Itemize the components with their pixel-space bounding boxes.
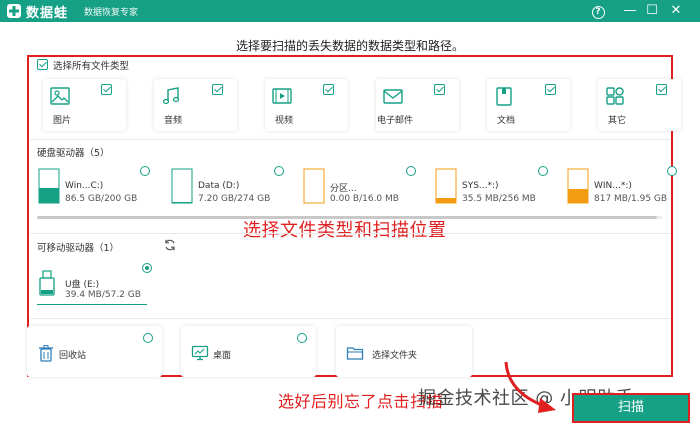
drive-icon (171, 168, 193, 204)
drive-size: 0.00 B/16.0 MB (330, 194, 399, 204)
drive-size: 35.5 MB/256 MB (462, 194, 536, 204)
drive-icon (303, 168, 325, 204)
drive-size: 817 MB/1.95 GB (594, 194, 668, 204)
image-icon (50, 87, 70, 105)
drive-item[interactable]: Data (D:) 7.20 GB/274 GB (171, 164, 301, 212)
file-type-label: 音频 (163, 116, 182, 126)
location-desktop[interactable]: 桌面 (181, 326, 316, 377)
location-label: 选择文件夹 (372, 351, 418, 361)
close-button[interactable]: ✕ (665, 1, 687, 21)
file-type-checkbox[interactable] (101, 84, 112, 95)
drive-name: SYS...*:) (462, 181, 499, 191)
drive-size: 86.5 GB/200 GB (65, 194, 138, 204)
maximize-icon: ☐ (646, 3, 658, 18)
select-all-checkbox[interactable] (37, 59, 48, 70)
file-type-label: 文档 (496, 116, 515, 126)
drive-icon (38, 168, 60, 204)
location-select-folder[interactable]: 选择文件夹 (336, 326, 472, 377)
arrow-icon (504, 361, 556, 413)
file-type-label: 电子邮件 (376, 116, 413, 126)
divider (30, 139, 670, 140)
location-radio[interactable] (297, 333, 307, 343)
minimize-icon: — (623, 3, 637, 18)
drive-radio[interactable] (406, 166, 416, 176)
app-subtitle: 数据恢复专家 (84, 8, 139, 18)
location-recycle-bin[interactable]: 回收站 (27, 326, 162, 377)
refresh-icon[interactable] (163, 238, 177, 252)
drive-radio[interactable] (140, 166, 150, 176)
hard-drives-title: 硬盘驱动器（5） (37, 148, 110, 159)
title-bar: 数据蛙 数据恢复专家 ? — ☐ ✕ (0, 0, 700, 22)
drive-icon (435, 168, 457, 204)
audio-icon (162, 87, 180, 105)
drive-name: 分区... (330, 184, 357, 194)
drive-radio[interactable] (274, 166, 284, 176)
video-icon (272, 88, 292, 104)
file-type-checkbox[interactable] (656, 84, 667, 95)
instruction-text: 选择要扫描的丢失数据的数据类型和路径。 (235, 39, 464, 53)
email-icon (383, 89, 403, 104)
drive-radio[interactable] (667, 166, 677, 176)
select-all-label[interactable]: 选择所有文件类型 (53, 58, 129, 72)
drive-item[interactable]: WIN...*:) 817 MB/1.95 GB (567, 164, 697, 212)
other-icon (606, 87, 624, 105)
usb-drive-radio[interactable] (142, 263, 152, 273)
file-type-label: 视频 (274, 116, 293, 126)
recycle-bin-icon (39, 345, 53, 362)
drive-size: 7.20 GB/274 GB (198, 194, 271, 204)
file-type-checkbox[interactable] (212, 84, 223, 95)
drive-icon (567, 168, 589, 204)
file-type-video[interactable]: 视频 (265, 79, 348, 131)
removable-drives-title: 可移动驱动器（1） (37, 243, 120, 254)
help-button[interactable]: ? (587, 1, 609, 21)
usb-drive-size: 39.4 MB/57.2 GB (65, 290, 141, 300)
location-label: 回收站 (59, 351, 87, 361)
app-logo-icon (7, 4, 21, 18)
drive-item[interactable]: Win...C:) 86.5 GB/200 GB (38, 164, 168, 212)
close-icon: ✕ (670, 3, 682, 18)
file-type-label: 图片 (52, 116, 71, 126)
desktop-icon (191, 345, 209, 361)
file-type-other[interactable]: 其它 (598, 79, 681, 131)
drive-name: Data (D:) (198, 181, 240, 191)
minimize-button[interactable]: — (619, 1, 641, 21)
divider (30, 318, 670, 319)
file-type-checkbox[interactable] (323, 84, 334, 95)
usb-drive-icon (39, 270, 55, 296)
file-type-checkbox[interactable] (434, 84, 445, 95)
drive-item[interactable]: SYS...*:) 35.5 MB/256 MB (435, 164, 565, 212)
file-type-document[interactable]: 文档 (487, 79, 570, 131)
file-type-checkbox[interactable] (545, 84, 556, 95)
location-label: 桌面 (213, 351, 232, 361)
annotation-main: 选择文件类型和扫描位置 (243, 220, 447, 241)
location-radio[interactable] (143, 333, 153, 343)
app-brand: 数据蛙 (26, 6, 69, 21)
maximize-button[interactable]: ☐ (641, 1, 663, 21)
drive-name: WIN...*:) (594, 181, 632, 191)
document-icon (496, 87, 512, 106)
drive-radio[interactable] (538, 166, 548, 176)
folder-icon (346, 347, 364, 360)
usb-drive-item[interactable]: U盘 (E:) 39.4 MB/57.2 GB (37, 266, 147, 305)
help-icon: ? (591, 6, 605, 19)
scan-button[interactable]: 扫描 (572, 393, 690, 423)
usb-drive-name: U盘 (E:) (65, 280, 100, 290)
divider (30, 233, 670, 234)
file-type-email[interactable]: 电子邮件 (376, 79, 459, 131)
drive-item[interactable]: 分区... 0.00 B/16.0 MB (303, 164, 433, 212)
file-type-image[interactable]: 图片 (43, 79, 126, 131)
file-type-label: 其它 (607, 116, 626, 126)
drive-name: Win...C:) (65, 181, 104, 191)
file-type-audio[interactable]: 音频 (154, 79, 237, 131)
